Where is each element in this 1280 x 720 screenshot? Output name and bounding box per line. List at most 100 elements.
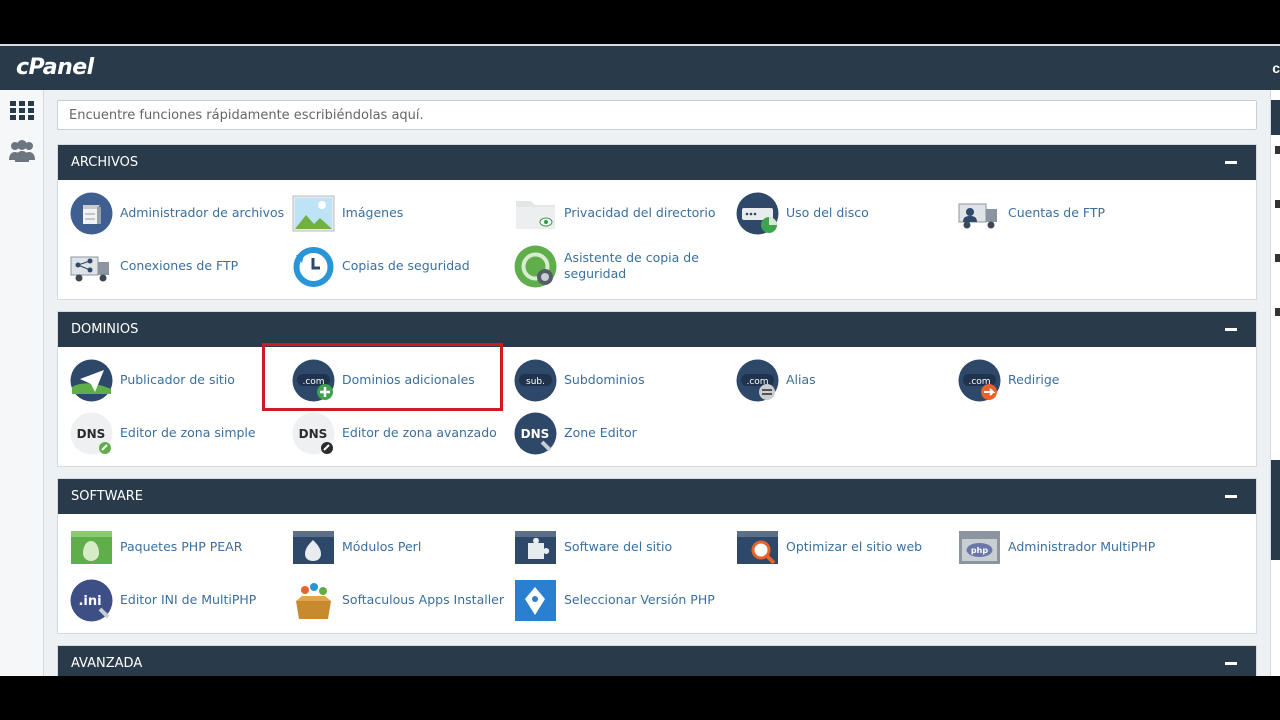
aliases-link[interactable]: .com Alias (736, 357, 951, 403)
item-label: Seleccionar Versión PHP (564, 592, 715, 607)
softaculous-box-icon (296, 582, 331, 619)
dns-advanced-icon: DNS (292, 412, 335, 454)
section-dominios: DOMINIOS Publicador de sitio .com Domini… (57, 311, 1257, 467)
collapse-icon[interactable] (1225, 495, 1237, 498)
section-header[interactable]: SOFTWARE (58, 479, 1256, 514)
subdomains-link[interactable]: sub. Subdominios (514, 357, 729, 403)
site-publisher-link[interactable]: Publicador de sitio (70, 357, 285, 403)
optimize-magnifier-icon (737, 530, 778, 564)
section-title: ARCHIVOS (71, 155, 139, 170)
pear-package-icon (71, 530, 112, 564)
item-label: Zone Editor (564, 425, 637, 440)
top-bar: cPanel c (0, 44, 1280, 90)
multiphp-manager-link[interactable]: php Administrador MultiPHP (958, 524, 1173, 570)
domain-redirect-icon: .com (958, 359, 1001, 401)
section-title: SOFTWARE (71, 489, 143, 504)
cpanel-window: cPanel c ARCHIVOS (0, 44, 1280, 676)
section-title: DOMINIOS (71, 322, 139, 337)
item-label: Cuentas de FTP (1008, 205, 1106, 220)
icon-text: php (971, 546, 988, 555)
item-label: Uso del disco (786, 205, 869, 220)
item-label: Redirige (1008, 372, 1060, 387)
users-icon[interactable] (8, 138, 36, 164)
item-label: Softaculous Apps Installer (342, 592, 505, 607)
cpanel-logo[interactable]: cPanel (16, 55, 94, 80)
item-label: Administrador de archivos (120, 205, 285, 220)
php-pear-link[interactable]: Paquetes PHP PEAR (70, 524, 285, 570)
backups-link[interactable]: Copias de seguridad (292, 243, 507, 289)
select-php-version-link[interactable]: Seleccionar Versión PHP (514, 577, 729, 623)
grid-apps-icon[interactable] (8, 98, 36, 124)
item-label: Editor de zona simple (120, 425, 256, 440)
section-header[interactable]: AVANZADA (58, 646, 1256, 676)
softaculous-link[interactable]: Softaculous Apps Installer (292, 577, 507, 623)
php-version-icon (515, 579, 556, 621)
item-label: Copias de seguridad (342, 258, 470, 273)
search-input[interactable] (57, 100, 1257, 130)
backup-wizard-link[interactable]: Asistente de copia de seguridad (514, 243, 729, 289)
right-panel-text (1275, 308, 1280, 316)
subdomain-icon: sub. (514, 359, 557, 401)
disk-usage-link[interactable]: Uso del disco (736, 190, 951, 236)
icon-text: .ini (78, 594, 101, 609)
simple-zone-editor-link[interactable]: DNS Editor de zona simple (70, 410, 285, 456)
ftp-truck-user-icon (958, 203, 997, 228)
multiphp-ini-editor-link[interactable]: .ini Editor INI de MultiPHP (70, 577, 285, 623)
file-manager-icon (70, 192, 113, 234)
item-label: Optimizar el sitio web (786, 539, 923, 554)
icon-text: DNS (521, 427, 550, 441)
directory-privacy-link[interactable]: Privacidad del directorio (514, 190, 729, 236)
section-avanzada: AVANZADA (57, 645, 1257, 676)
item-label: Subdominios (564, 372, 645, 387)
backup-clock-icon (293, 246, 334, 287)
optimize-website-link[interactable]: Optimizar el sitio web (736, 524, 951, 570)
right-panel-text (1275, 254, 1280, 262)
folder-eye-icon (516, 200, 555, 229)
user-menu-icon[interactable]: c (1272, 60, 1280, 76)
redirects-link[interactable]: .com Redirige (958, 357, 1173, 403)
item-label: Software del sitio (564, 539, 673, 554)
backup-wizard-icon (514, 245, 557, 287)
image-icon (292, 195, 335, 231)
ftp-truck-network-icon (70, 256, 109, 281)
left-sidebar (0, 90, 44, 676)
red-highlight-box (262, 343, 503, 411)
images-link[interactable]: Imágenes (292, 190, 507, 236)
perl-onion-icon (293, 530, 334, 564)
ini-editor-icon: .ini (70, 579, 113, 621)
site-publisher-icon (70, 359, 113, 401)
right-panel-header (1271, 100, 1280, 135)
item-label: Asistente de copia de seguridad (564, 250, 699, 281)
zone-editor-link[interactable]: DNS Zone Editor (514, 410, 729, 456)
icon-text: DNS (299, 427, 328, 441)
item-label: Alias (786, 372, 816, 387)
ftp-connections-link[interactable]: Conexiones de FTP (70, 243, 285, 289)
puzzle-icon (515, 530, 556, 564)
dns-edit-icon: DNS (70, 412, 113, 454)
item-label: Editor de zona avanzado (342, 425, 497, 440)
item-label: Editor INI de MultiPHP (120, 592, 257, 607)
right-panel-header (1271, 460, 1280, 560)
section-title: AVANZADA (71, 656, 143, 671)
file-manager-link[interactable]: Administrador de archivos (70, 190, 285, 236)
disk-usage-icon (736, 192, 779, 234)
site-software-link[interactable]: Software del sitio (514, 524, 729, 570)
right-panel-text (1275, 200, 1280, 208)
perl-modules-link[interactable]: Módulos Perl (292, 524, 507, 570)
ftp-accounts-link[interactable]: Cuentas de FTP (958, 190, 1173, 236)
section-software: SOFTWARE Paquetes PHP PEAR Módulos Perl … (57, 478, 1257, 634)
item-label: Privacidad del directorio (564, 205, 716, 220)
icon-text: DNS (77, 427, 106, 441)
section-header[interactable]: DOMINIOS (58, 312, 1256, 347)
item-label: Administrador MultiPHP (1008, 539, 1156, 554)
right-sidebar (1270, 90, 1280, 676)
collapse-icon[interactable] (1225, 328, 1237, 331)
icon-text: sub. (526, 377, 545, 387)
section-header[interactable]: ARCHIVOS (58, 145, 1256, 180)
item-label: Paquetes PHP PEAR (120, 539, 243, 554)
right-panel-text (1275, 146, 1280, 154)
item-label: Módulos Perl (342, 539, 422, 554)
advanced-zone-editor-link[interactable]: DNS Editor de zona avanzado (292, 410, 507, 456)
collapse-icon[interactable] (1225, 161, 1237, 164)
collapse-icon[interactable] (1225, 662, 1237, 665)
